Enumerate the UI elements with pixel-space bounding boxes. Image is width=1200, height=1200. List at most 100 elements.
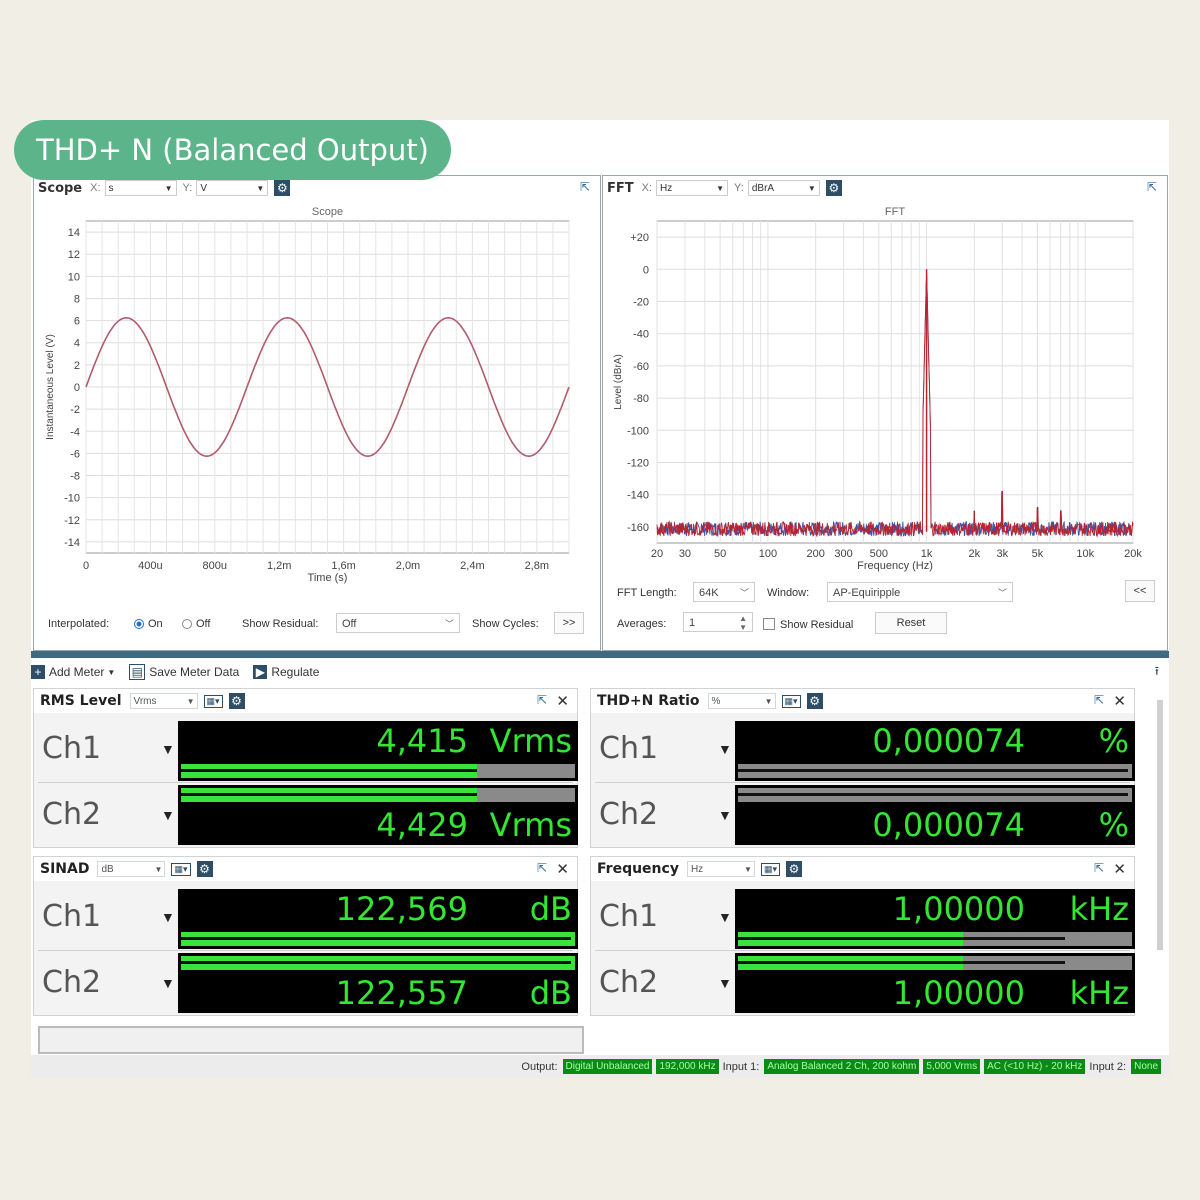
y-tick-label: 0	[643, 264, 649, 276]
input1-bandwidth[interactable]: AC (<10 Hz) - 20 kHz	[984, 1059, 1086, 1074]
ch1-dropdown-icon[interactable]: ▼	[718, 741, 732, 757]
scope-panel: Scope X: s ▼ Y: V ▼ ⚙ ⇱ Scope 14 12 10 8 6 4 2 0 -2…	[33, 175, 601, 651]
chart-icon[interactable]: ▦▾	[203, 694, 223, 708]
ch2-label: Ch2	[42, 965, 102, 1000]
scope-x-label: X:	[90, 182, 101, 194]
popout-icon[interactable]: ⇱	[1147, 180, 1161, 194]
regulate-button[interactable]: ▶ Regulate	[253, 665, 319, 679]
meter-header: Frequency Hz ▼ ▦▾ ⚙ ⇱ ✕	[591, 857, 1134, 881]
x-tick-label: 10k	[1076, 548, 1094, 560]
scope-x-unit-select[interactable]: s ▼	[104, 180, 177, 196]
chart-icon[interactable]: ▦▾	[781, 694, 801, 708]
input1-value[interactable]: Analog Balanced 2 Ch, 200 kohm	[764, 1059, 920, 1074]
ch1-label: Ch1	[599, 899, 659, 934]
x-tick-label: 1,6m	[331, 560, 355, 572]
ch1-dropdown-icon[interactable]: ▼	[161, 909, 175, 925]
popout-icon[interactable]: ⇱	[1094, 861, 1104, 875]
input2-value[interactable]: None	[1131, 1059, 1161, 1074]
chevron-down-icon: ▼	[764, 697, 773, 706]
status-bar: Output: Digital Unbalanced 192,000 kHz I…	[31, 1055, 1169, 1078]
averages-input[interactable]: 1 ▲ ▼	[683, 612, 753, 632]
meter-unit-select[interactable]: dB ▼	[97, 861, 166, 877]
close-icon[interactable]: ✕	[556, 860, 569, 878]
ch2-dropdown-icon[interactable]: ▼	[718, 975, 732, 991]
meter-header: RMS Level Vrms ▼ ▦▾ ⚙ ⇱ ✕	[34, 689, 577, 713]
gear-icon[interactable]: ⚙	[274, 180, 291, 196]
save-meter-data-button[interactable]: ▤ Save Meter Data	[129, 664, 239, 680]
chart-icon[interactable]: ▦▾	[171, 862, 191, 876]
scope-chart-title: Scope	[312, 206, 343, 218]
x-axis-label: Time (s)	[308, 572, 348, 584]
output-rate[interactable]: 192,000 kHz	[656, 1059, 719, 1074]
meter-title: SINAD	[40, 861, 90, 877]
popout-icon[interactable]: ⇱	[537, 693, 547, 707]
meter-unit-select[interactable]: Vrms ▼	[129, 693, 198, 709]
gear-icon[interactable]: ⚙	[785, 861, 802, 877]
collapse-button[interactable]: <<	[1125, 580, 1155, 602]
add-meter-button[interactable]: + Add Meter ▼	[31, 665, 115, 679]
reset-button[interactable]: Reset	[875, 612, 947, 634]
show-residual-select[interactable]: Off ﹀	[336, 613, 460, 633]
show-residual-checkbox[interactable]: Show Residual	[763, 618, 853, 631]
close-icon[interactable]: ✕	[1113, 860, 1126, 878]
ch2-level-bar	[178, 785, 578, 805]
ch2-dropdown-icon[interactable]: ▼	[161, 807, 175, 823]
y-tick-label: -60	[633, 361, 649, 373]
fft-x-unit-select[interactable]: Hz ▼	[656, 180, 729, 196]
y-tick-label: -20	[633, 297, 649, 309]
close-icon[interactable]: ✕	[1113, 692, 1126, 710]
close-icon[interactable]: ✕	[556, 692, 569, 710]
fft-y-unit-select[interactable]: dBrA ▼	[747, 180, 820, 196]
y-tick-label: 2	[74, 360, 80, 372]
ch2-readout: 4,429 Vrms	[178, 805, 578, 845]
show-cycles-button[interactable]: >>	[554, 612, 584, 634]
ch2-dropdown-icon[interactable]: ▼	[718, 807, 732, 823]
y-tick-label: 8	[74, 293, 80, 305]
y-tick-label: -80	[633, 393, 649, 405]
x-tick-label: 1,2m	[267, 560, 291, 572]
output-value[interactable]: Digital Unbalanced	[562, 1059, 653, 1074]
fft-length-label: FFT Length:	[617, 587, 677, 599]
spinner-icon[interactable]: ▲ ▼	[739, 614, 747, 632]
ch1-level-bar	[735, 929, 1135, 949]
meter-unit-select[interactable]: Hz ▼	[686, 861, 755, 877]
gear-icon[interactable]: ⚙	[196, 861, 213, 877]
gear-icon[interactable]: ⚙	[806, 693, 823, 709]
ch1-dropdown-icon[interactable]: ▼	[718, 909, 732, 925]
chart-icon[interactable]: ▦▾	[760, 862, 780, 876]
interpolated-off-radio[interactable]: Off	[182, 618, 210, 630]
gear-icon[interactable]: ⚙	[825, 180, 842, 196]
panel-splitter[interactable]	[31, 651, 1169, 658]
popout-icon[interactable]: ⇱	[1094, 693, 1104, 707]
fft-panel: FFT X: Hz ▼ Y: dBrA ▼ ⚙ ⇱ FFT +20 0 -20 -40 -60…	[602, 175, 1168, 651]
y-tick-label: 10	[68, 271, 80, 283]
gear-icon[interactable]: ⚙	[228, 693, 245, 709]
save-icon: ▤	[129, 664, 146, 680]
pin-icon[interactable]: ⭱	[1155, 662, 1159, 683]
x-tick-label: 50	[714, 548, 726, 560]
y-tick-label: -120	[627, 458, 649, 470]
popout-icon[interactable]: ⇱	[580, 180, 594, 194]
meter-title: RMS Level	[40, 693, 122, 709]
input1-range[interactable]: 5,000 Vrms	[923, 1059, 981, 1074]
y-tick-label: 4	[74, 338, 80, 350]
y-axis-label: Instantaneous Level (V)	[45, 334, 56, 440]
ch1-dropdown-icon[interactable]: ▼	[161, 741, 175, 757]
popout-icon[interactable]: ⇱	[537, 861, 547, 875]
show-residual-label: Show Residual:	[242, 618, 319, 630]
scope-y-unit-select[interactable]: V ▼	[196, 180, 269, 196]
interpolated-on-radio[interactable]: On	[134, 618, 163, 630]
meter-panel: THD+N Ratio% ▼ ▦▾ ⚙ ⇱ ✕ Ch1 ▼ 0,000074% Ch2 ▼ 0,000…	[590, 688, 1135, 848]
y-tick-label: -12	[64, 515, 80, 527]
ch2-dropdown-icon[interactable]: ▼	[161, 975, 175, 991]
fft-length-select[interactable]: 64K ﹀	[693, 582, 755, 602]
channel-separator	[38, 950, 573, 951]
meter-unit-select[interactable]: % ▼	[707, 693, 776, 709]
x-tick-label: 20	[651, 548, 663, 560]
fft-y-label: Y:	[734, 182, 744, 194]
window-select[interactable]: AP-Equiripple ﹀	[827, 582, 1013, 602]
chevron-down-icon: ▼	[256, 184, 265, 193]
channel-separator	[595, 782, 1130, 783]
scrollbar[interactable]	[1157, 700, 1163, 950]
y-tick-label: -6	[70, 448, 80, 460]
